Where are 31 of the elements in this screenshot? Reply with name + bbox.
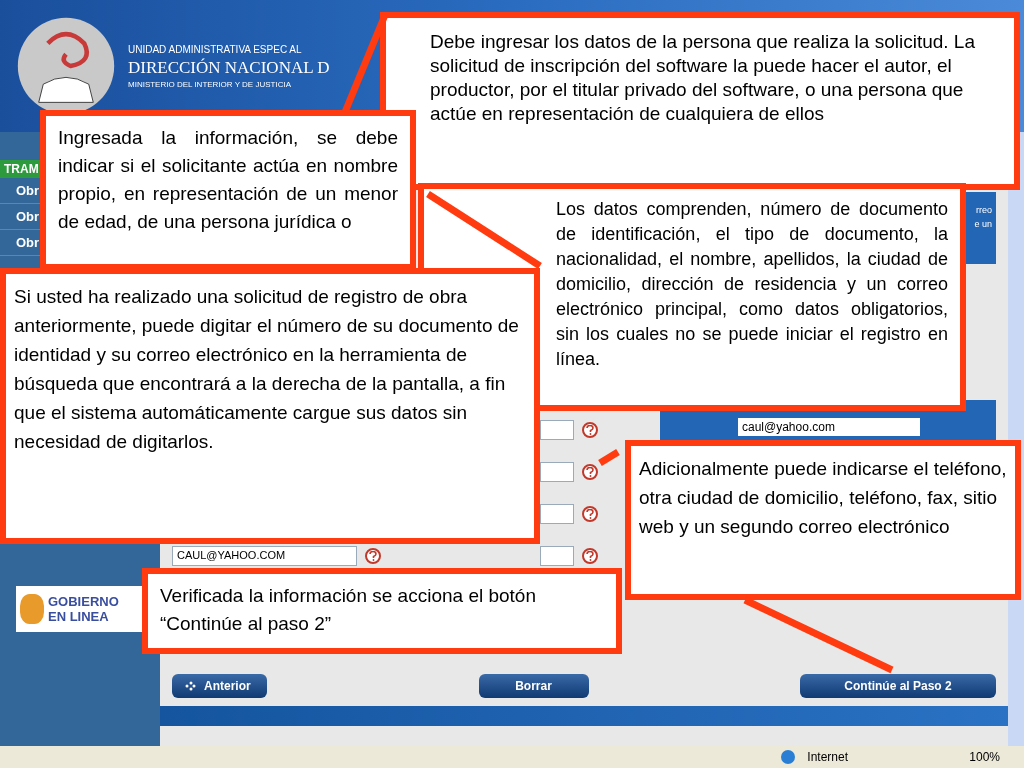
help-icon[interactable] — [582, 422, 598, 438]
action-button[interactable]: Borrar — [478, 674, 589, 698]
panel-text: rreo — [976, 204, 992, 217]
annotation-callout: Si usted ha realizado una solicitud de registro de obra anteriormente, puede digitar el número de su documento de identidad y su correo electrónico en la herramienta de búsqueda que encontrará a la derecha de la pantalla, a fin que el sistema automáticamente cargue sus datos sin necesidad de digitarlos. — [0, 268, 540, 544]
back-button[interactable]: Anterior — [172, 674, 267, 698]
help-icon[interactable] — [582, 506, 598, 522]
email-field[interactable]: caul@yahoo.com — [738, 418, 920, 436]
dots-icon — [184, 680, 196, 692]
agency-title: DIRECCIÓN NACIONAL D — [128, 56, 330, 79]
logo-text: EN LINEA — [48, 609, 110, 624]
input-field[interactable] — [540, 462, 574, 482]
annotation-callout: Adicionalmente puede indicarse el teléfono, otra ciudad de domicilio, teléfono, fax, sitio web y un segundo correo electrónico — [625, 440, 1021, 600]
annotation-callout: Ingresada la información, se debe indicar si el solicitante actúa en nombre propio, en representación de un menor de edad, de una persona jurídica o — [40, 110, 416, 270]
input-field[interactable] — [540, 504, 574, 524]
annotation-callout: Verificada la información se acciona el botón “Continúe al paso 2” — [142, 568, 622, 654]
input-field[interactable] — [540, 420, 574, 440]
zone-label: Internet — [807, 749, 849, 766]
email-field[interactable]: CAUL@YAHOO.COM — [172, 546, 357, 566]
globe-icon — [781, 750, 796, 764]
gobierno-logo[interactable]: GOBIERNO EN LINEA — [16, 586, 144, 632]
zoom-label[interactable]: 100% — [969, 748, 1000, 766]
leader-line — [598, 449, 620, 466]
ministry-line: MINISTERIO DEL INTERIOR Y DE JUSTICIA — [128, 78, 292, 91]
help-icon[interactable] — [582, 548, 598, 564]
input-field[interactable] — [540, 546, 574, 566]
action-button[interactable]: Continúe al Paso 2 — [800, 674, 996, 698]
panel-text: e un — [974, 217, 992, 231]
logo-text: GOBIERNO — [48, 594, 119, 609]
help-icon[interactable] — [582, 464, 598, 480]
help-icon[interactable] — [365, 548, 381, 564]
agency-line: UNIDAD ADMINISTRATIVA ESPEC AL — [128, 42, 303, 57]
